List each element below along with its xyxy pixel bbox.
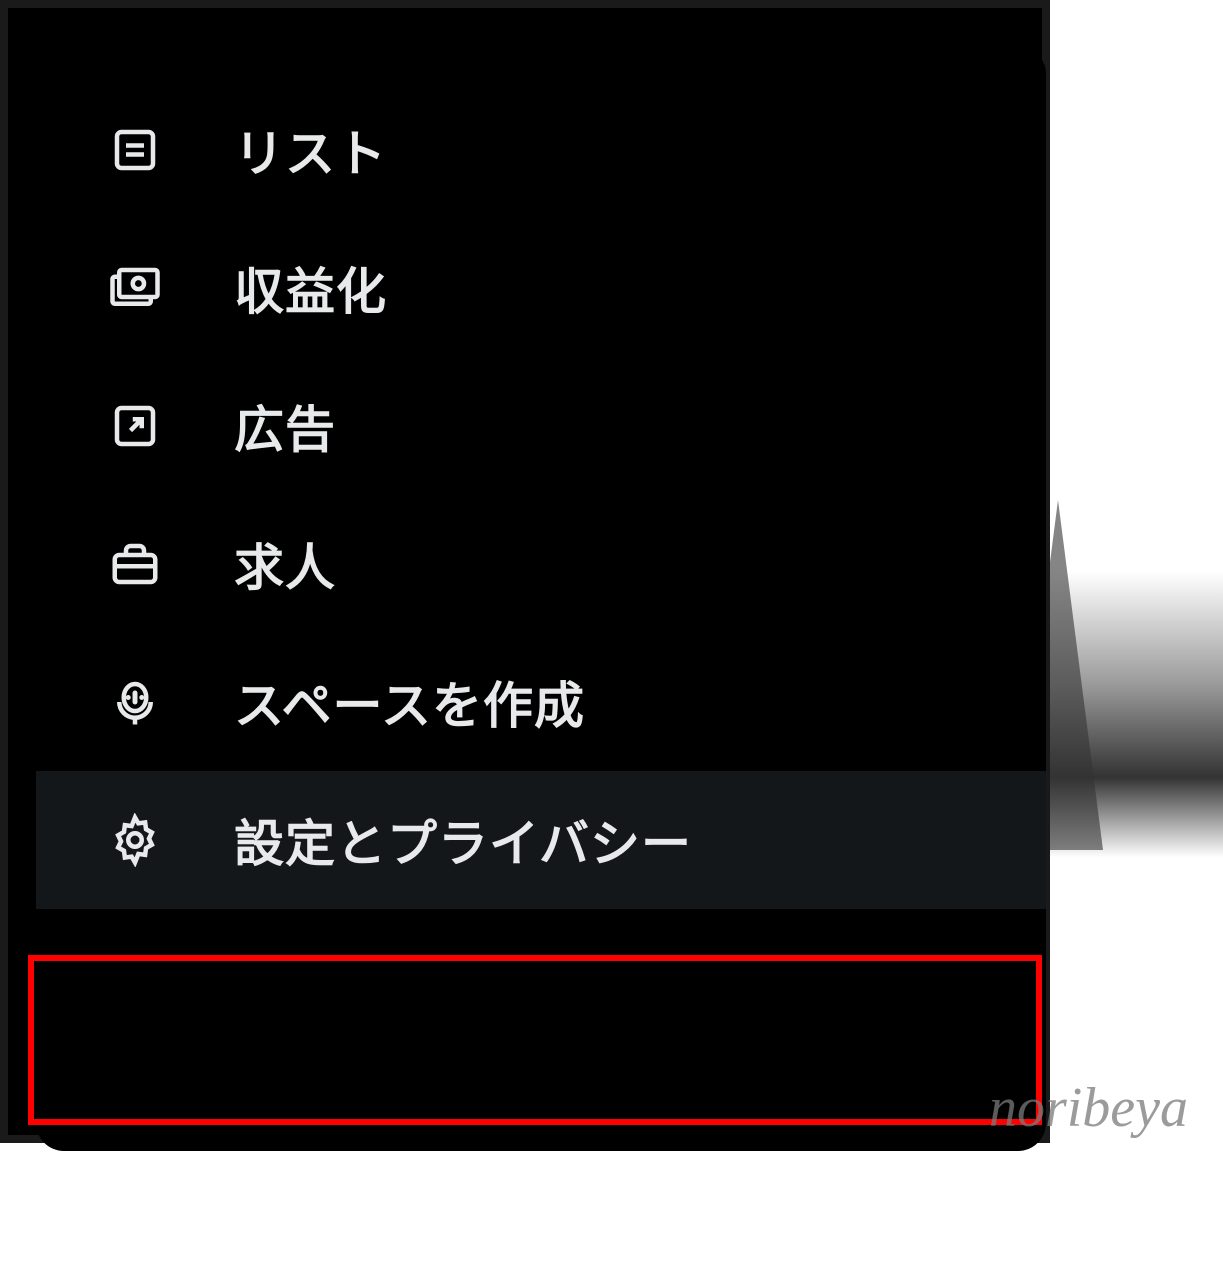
watermark-text: noribeya	[989, 1076, 1188, 1140]
gear-icon	[106, 811, 164, 869]
monetization-icon	[106, 259, 164, 317]
menu-item-jobs[interactable]: 求人	[36, 495, 1046, 633]
external-link-icon	[106, 397, 164, 455]
menu-item-ads[interactable]: 広告	[36, 357, 1046, 495]
menu-item-create-space[interactable]: スペースを作成	[36, 633, 1046, 771]
briefcase-icon	[106, 535, 164, 593]
outer-frame: リスト 収益化 広告	[0, 0, 1050, 1143]
menu-item-label: スペースを作成	[234, 666, 585, 738]
list-icon	[106, 121, 164, 179]
menu-item-label: 求人	[234, 528, 336, 600]
menu-item-monetization[interactable]: 収益化	[36, 219, 1046, 357]
background-area	[1038, 0, 1223, 1143]
menu-item-lists[interactable]: リスト	[36, 81, 1046, 219]
menu-item-label: リスト	[234, 114, 387, 186]
menu-item-settings-privacy[interactable]: 設定とプライバシー	[36, 771, 1046, 909]
menu-item-label: 広告	[234, 390, 336, 462]
more-menu-panel: リスト 収益化 広告	[36, 46, 1046, 1151]
menu-item-label: 収益化	[234, 252, 387, 324]
menu-item-label: 設定とプライバシー	[234, 804, 692, 876]
microphone-icon	[106, 673, 164, 731]
